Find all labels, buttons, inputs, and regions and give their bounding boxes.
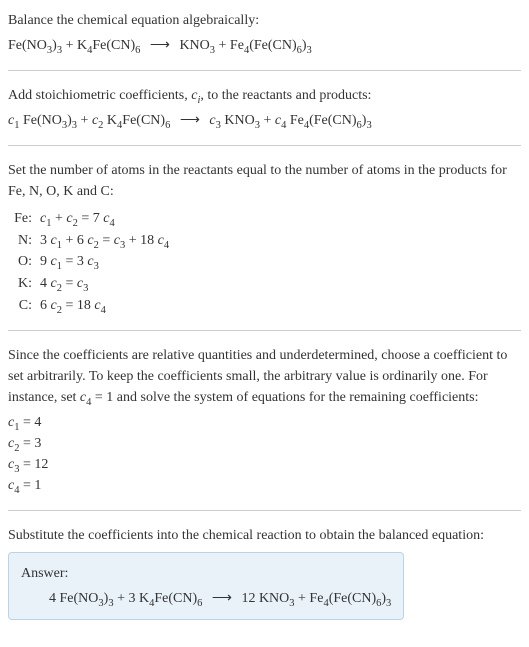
divider xyxy=(8,510,521,511)
solve-text: Since the coefficients are relative quan… xyxy=(8,345,521,408)
atom-row-fe: Fe: c1 + c2 = 7 c4 xyxy=(8,208,521,230)
substitute-text: Substitute the coefficients into the che… xyxy=(8,525,521,546)
section-atom-equations: Set the number of atoms in the reactants… xyxy=(8,160,521,316)
atom-row-o: O: 9 c1 = 3 c3 xyxy=(8,251,521,273)
coeff-c1: c1 = 4 xyxy=(8,412,521,433)
section-add-coefficients: Add stoichiometric coefficients, ci, to … xyxy=(8,85,521,131)
atom-row-c: C: 6 c2 = 18 c4 xyxy=(8,295,521,317)
atom-label: O: xyxy=(8,251,40,273)
atom-eq: 3 c1 + 6 c2 = c3 + 18 c4 xyxy=(40,230,521,252)
atom-row-n: N: 3 c1 + 6 c2 = c3 + 18 c4 xyxy=(8,230,521,252)
section-answer: Substitute the coefficients into the che… xyxy=(8,525,521,620)
atom-label: C: xyxy=(8,295,40,317)
divider xyxy=(8,145,521,146)
original-equation: Fe(NO3)3 + K4Fe(CN)6 ⟶ KNO3 + Fe4(Fe(CN)… xyxy=(8,35,521,56)
text-before: Add stoichiometric coefficients, xyxy=(8,88,191,103)
coeff-c2: c2 = 3 xyxy=(8,433,521,454)
section-balance-intro: Balance the chemical equation algebraica… xyxy=(8,10,521,56)
atom-label: K: xyxy=(8,273,40,295)
answer-equation: 4 Fe(NO3)3 + 3 K4Fe(CN)6 ⟶ 12 KNO3 + Fe4… xyxy=(21,588,391,609)
coeff-c3: c3 = 12 xyxy=(8,454,521,475)
atom-row-k: K: 4 c2 = c3 xyxy=(8,273,521,295)
atom-label: N: xyxy=(8,230,40,252)
text-after: , to the reactants and products: xyxy=(200,88,371,103)
atom-table: Fe: c1 + c2 = 7 c4 N: 3 c1 + 6 c2 = c3 +… xyxy=(8,208,521,316)
atom-eq: 6 c2 = 18 c4 xyxy=(40,295,521,317)
answer-label: Answer: xyxy=(21,563,391,584)
add-coeff-text: Add stoichiometric coefficients, ci, to … xyxy=(8,85,521,106)
atom-eq-intro: Set the number of atoms in the reactants… xyxy=(8,160,521,202)
answer-box: Answer: 4 Fe(NO3)3 + 3 K4Fe(CN)6 ⟶ 12 KN… xyxy=(8,552,404,620)
atom-eq: 9 c1 = 3 c3 xyxy=(40,251,521,273)
divider xyxy=(8,70,521,71)
coeff-c4: c4 = 1 xyxy=(8,475,521,496)
atom-eq: c1 + c2 = 7 c4 xyxy=(40,208,521,230)
balance-title: Balance the chemical equation algebraica… xyxy=(8,10,521,31)
coeff-list: c1 = 4 c2 = 3 c3 = 12 c4 = 1 xyxy=(8,412,521,496)
coeff-equation: c1 Fe(NO3)3 + c2 K4Fe(CN)6 ⟶ c3 KNO3 + c… xyxy=(8,110,521,131)
atom-eq: 4 c2 = c3 xyxy=(40,273,521,295)
divider xyxy=(8,330,521,331)
section-solve: Since the coefficients are relative quan… xyxy=(8,345,521,496)
atom-label: Fe: xyxy=(8,208,40,230)
